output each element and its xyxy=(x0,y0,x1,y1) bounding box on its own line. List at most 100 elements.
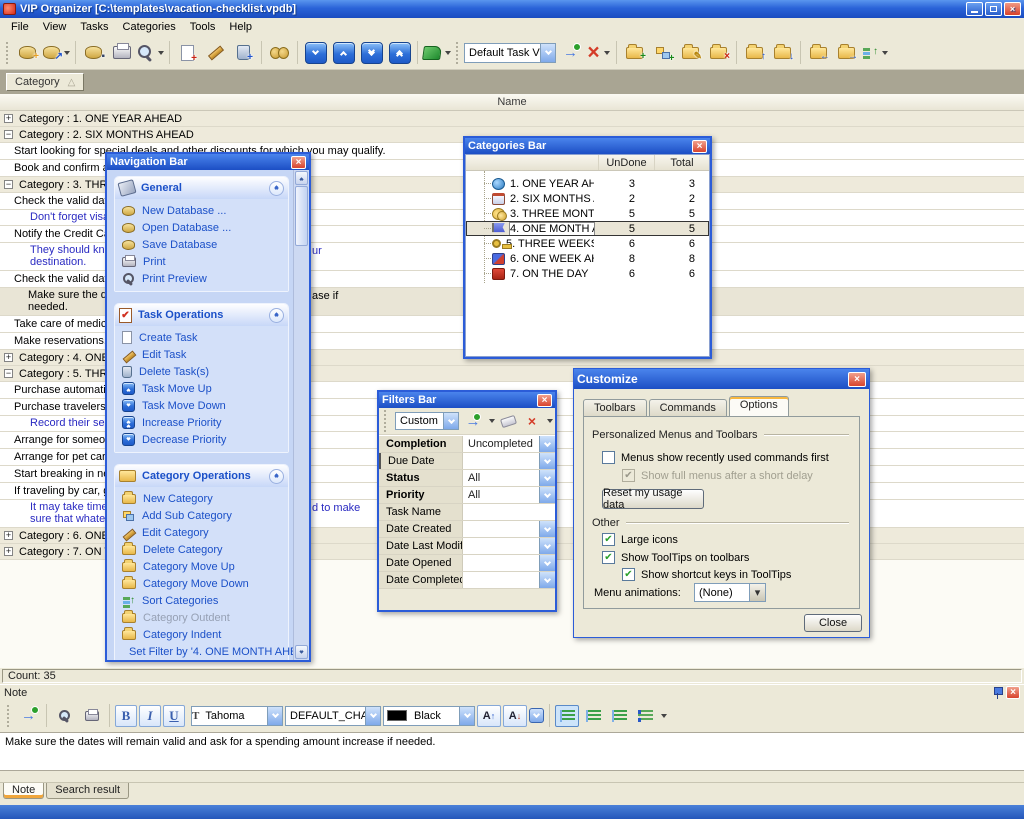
chevron-down-icon[interactable]: ▾ xyxy=(749,584,765,601)
nav-item-increase-priority[interactable]: Increase Priority xyxy=(115,414,288,431)
save-filter-caret[interactable] xyxy=(489,419,495,423)
save-database-button[interactable]: ▪ xyxy=(80,39,107,66)
chevron-down-icon[interactable] xyxy=(539,538,555,554)
collapse-icon[interactable]: − xyxy=(4,130,13,139)
task-move-top-button[interactable] xyxy=(386,39,413,66)
nav-item-delete-task-s[interactable]: Delete Task(s) xyxy=(115,363,288,380)
dropdown-caret[interactable] xyxy=(64,51,70,55)
menu-animations-combo[interactable]: (None) ▾ xyxy=(694,583,766,602)
save-filter-button[interactable] xyxy=(463,409,483,433)
print-button[interactable] xyxy=(108,39,135,66)
navigation-scrollbar[interactable] xyxy=(293,170,309,660)
chevron-down-icon[interactable] xyxy=(540,44,555,62)
restore-button[interactable] xyxy=(985,2,1002,16)
note-text-area[interactable]: Make sure the dates will remain valid an… xyxy=(0,732,1024,771)
note-close-icon[interactable]: × xyxy=(1006,686,1020,699)
filter-preset-combo[interactable]: Custom xyxy=(395,412,459,430)
delete-filter-button[interactable] xyxy=(523,409,541,433)
column-header-name[interactable]: Name xyxy=(0,94,1024,111)
checkbox-recent-commands[interactable]: Menus show recently used commands first xyxy=(602,451,829,464)
pin-icon[interactable] xyxy=(992,687,1003,699)
nav-item-task-move-up[interactable]: Task Move Up xyxy=(115,380,288,397)
collapse-chevron-icon[interactable] xyxy=(269,181,284,196)
close-icon[interactable]: × xyxy=(692,140,707,153)
checkbox-icon[interactable]: ✔ xyxy=(622,568,635,581)
decrease-font-button[interactable]: A↓ xyxy=(503,705,527,727)
checkbox-icon[interactable] xyxy=(602,451,615,464)
toolbar-grip[interactable] xyxy=(384,410,388,432)
chevron-down-icon[interactable] xyxy=(459,707,474,725)
menu-view[interactable]: View xyxy=(36,19,74,36)
nav-item-print[interactable]: Print xyxy=(115,253,288,270)
filter-row[interactable]: Date Last Modifie xyxy=(379,538,555,555)
edit-category-button[interactable]: ✎ xyxy=(677,39,704,66)
checkbox-shortcut-keys[interactable]: ✔ Show shortcut keys in ToolTips xyxy=(622,568,791,581)
category-tree-row[interactable]: 3. THREE MONTHS AHEAD55 xyxy=(466,206,709,221)
nav-section-header[interactable]: General xyxy=(115,177,288,199)
bottom-tab-note[interactable]: Note xyxy=(3,783,44,799)
dropdown-caret[interactable] xyxy=(604,51,610,55)
task-move-up-button[interactable] xyxy=(330,39,357,66)
nav-item-category-move-down[interactable]: Category Move Down xyxy=(115,575,288,592)
toolbar-overflow-caret[interactable] xyxy=(661,714,667,718)
column-undone[interactable]: UnDone xyxy=(598,155,654,170)
nav-item-category-indent[interactable]: Category Indent xyxy=(115,626,288,643)
filter-value[interactable]: Uncompleted xyxy=(463,436,539,452)
filter-row[interactable]: StatusAll xyxy=(379,470,555,487)
collapse-chevron-icon[interactable] xyxy=(269,469,284,484)
toolbar-grip[interactable] xyxy=(6,42,10,64)
group-by-category-chip[interactable]: Category △ xyxy=(6,73,84,91)
nav-item-task-move-down[interactable]: Task Move Down xyxy=(115,397,288,414)
filters-bar-titlebar[interactable]: Filters Bar × xyxy=(379,392,555,408)
align-center-button[interactable] xyxy=(581,705,605,727)
collapse-icon[interactable]: − xyxy=(4,180,13,189)
nav-item-decrease-priority[interactable]: Decrease Priority xyxy=(115,431,288,448)
edit-task-button[interactable] xyxy=(202,39,229,66)
chevron-down-icon[interactable] xyxy=(539,555,555,571)
note-print-button[interactable] xyxy=(79,704,104,728)
charset-combo[interactable]: DEFAULT_CHAR xyxy=(285,706,381,726)
task-move-down-button[interactable] xyxy=(302,39,329,66)
open-database-button[interactable]: ↗ xyxy=(42,39,71,66)
filter-row[interactable]: PriorityAll xyxy=(379,487,555,504)
menu-tools[interactable]: Tools xyxy=(183,19,223,36)
bottom-tab-search-result[interactable]: Search result xyxy=(46,783,129,799)
close-dialog-button[interactable]: Close xyxy=(804,614,862,632)
category-tree-row[interactable]: 1. ONE YEAR AHEAD33 xyxy=(466,176,709,191)
close-icon[interactable]: × xyxy=(291,156,306,169)
category-indent-button[interactable]: → xyxy=(833,39,860,66)
nav-item-edit-category[interactable]: Edit Category xyxy=(115,524,288,541)
print-preview-button[interactable] xyxy=(136,39,165,66)
tab-commands[interactable]: Commands xyxy=(649,399,727,417)
dropdown-caret[interactable] xyxy=(882,51,888,55)
column-total[interactable]: Total xyxy=(654,155,709,170)
nav-section-header[interactable]: Task Operations xyxy=(115,304,288,326)
nav-item-category-outdent[interactable]: Category Outdent xyxy=(115,609,288,626)
align-right-button[interactable] xyxy=(607,705,631,727)
bullet-list-button[interactable] xyxy=(633,705,657,727)
find-button[interactable] xyxy=(266,39,293,66)
filter-value[interactable] xyxy=(463,555,539,571)
nav-item-open-database[interactable]: Open Database ... xyxy=(115,219,288,236)
filter-row[interactable]: Due Date xyxy=(379,453,555,470)
nav-item-sort-categories[interactable]: Sort Categories xyxy=(115,592,288,609)
chevron-down-icon[interactable] xyxy=(267,707,282,725)
delete-task-button[interactable]: + xyxy=(230,39,257,66)
filter-value[interactable] xyxy=(463,453,539,469)
filter-value[interactable] xyxy=(463,521,539,537)
menu-help[interactable]: Help xyxy=(222,19,259,36)
chevron-down-icon[interactable] xyxy=(539,436,555,452)
add-sub-category-button[interactable]: + xyxy=(649,39,676,66)
apply-note-button[interactable] xyxy=(16,704,41,728)
close-icon[interactable]: × xyxy=(537,394,552,407)
filters-overflow-caret[interactable] xyxy=(547,419,553,423)
nav-item-add-sub-category[interactable]: Add Sub Category xyxy=(115,507,288,524)
align-left-button[interactable] xyxy=(555,705,579,727)
task-view-combo[interactable]: Default Task V xyxy=(464,43,556,63)
navigation-bar-titlebar[interactable]: Navigation Bar × xyxy=(107,154,309,170)
chevron-down-icon[interactable] xyxy=(539,487,555,503)
tab-toolbars[interactable]: Toolbars xyxy=(583,399,647,417)
filter-value[interactable] xyxy=(463,572,539,588)
category-tree-row[interactable]: 6. ONE WEEK AHEAD88 xyxy=(466,251,709,266)
more-formatting-dropdown[interactable] xyxy=(529,708,544,723)
